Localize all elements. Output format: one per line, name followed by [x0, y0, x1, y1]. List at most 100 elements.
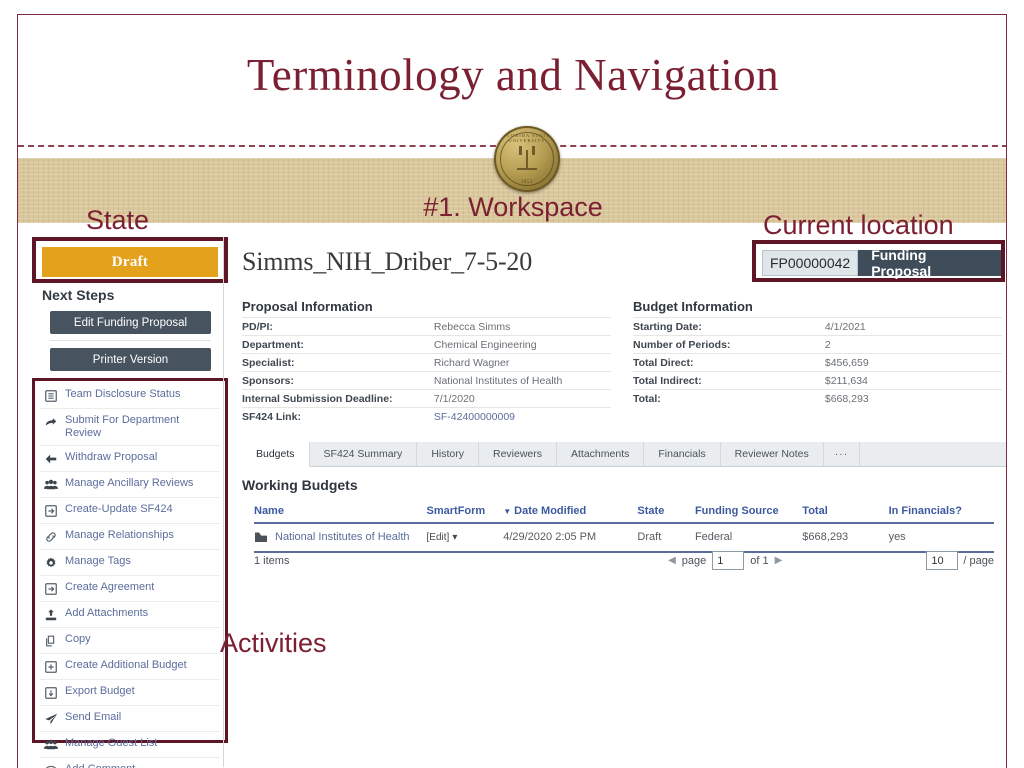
activity-item-add-comment[interactable]: Add Comment — [40, 758, 220, 768]
next-page-icon[interactable]: ▶ — [775, 555, 783, 566]
previous-page-icon[interactable]: ◀ — [668, 555, 676, 566]
upload-icon — [44, 608, 58, 622]
info-key: Internal Submission Deadline: — [242, 393, 434, 405]
info-row: Starting Date:4/1/2021 — [633, 317, 1002, 335]
tab-reviewers[interactable]: Reviewers — [479, 442, 557, 466]
info-value: 7/1/2020 — [434, 393, 611, 405]
activity-item-add-attachments[interactable]: Add Attachments — [40, 602, 220, 628]
edit-funding-proposal-button[interactable]: Edit Funding Proposal — [50, 311, 211, 334]
workspace-main: Simms_NIH_Driber_7-5-20 FP00000042 Fundi… — [223, 237, 1007, 767]
activity-item-manage-ancillary-reviews[interactable]: Manage Ancillary Reviews — [40, 472, 220, 498]
info-row: Number of Periods:2 — [633, 335, 1002, 353]
per-page-input[interactable] — [926, 551, 958, 570]
tab-budgets[interactable]: Budgets — [242, 442, 310, 467]
tab-sf424-summary[interactable]: SF424 Summary — [310, 442, 418, 466]
info-key: Number of Periods: — [633, 339, 825, 351]
budget-information-heading: Budget Information — [633, 299, 1002, 317]
activity-item-create-agreement[interactable]: Create Agreement — [40, 576, 220, 602]
column-header-date-modified[interactable]: ▼Date Modified — [503, 505, 637, 517]
speech-bubble-icon — [44, 764, 58, 768]
info-row: Internal Submission Deadline:7/1/2020 — [242, 389, 611, 407]
activity-label: Create Additional Budget — [65, 659, 187, 672]
budget-name-link[interactable]: National Institutes of Health — [275, 531, 410, 543]
seal-year: 1851 — [494, 180, 560, 185]
page-number-input[interactable] — [712, 551, 744, 570]
activity-item-withdraw-proposal[interactable]: Withdraw Proposal — [40, 446, 220, 472]
tab-attachments[interactable]: Attachments — [557, 442, 644, 466]
column-header-in-financials[interactable]: In Financials? — [889, 505, 994, 517]
activity-item-manage-tags[interactable]: Manage Tags — [40, 550, 220, 576]
next-steps-heading: Next Steps — [42, 287, 114, 303]
info-key: Department: — [242, 339, 434, 351]
table-pagination: 1 items ◀ page of 1 ▶ / page — [254, 551, 994, 570]
activity-label: Manage Relationships — [65, 529, 174, 542]
column-header-smartform[interactable]: SmartForm — [427, 505, 504, 517]
working-budgets-heading: Working Budgets — [242, 477, 358, 493]
copy-icon — [44, 634, 58, 648]
info-row: PD/PI:Rebecca Simms — [242, 317, 611, 335]
activity-item-manage-relationships[interactable]: Manage Relationships — [40, 524, 220, 550]
document-plus-icon — [44, 660, 58, 674]
presentation-slide: Terminology and Navigation FLORIDA STATE… — [17, 14, 1007, 768]
information-panels: Proposal Information PD/PI:Rebecca Simms… — [242, 299, 1002, 425]
proposal-information-heading: Proposal Information — [242, 299, 611, 317]
activity-item-create-additional-budget[interactable]: Create Additional Budget — [40, 654, 220, 680]
cell-funding-source: Federal — [695, 531, 802, 543]
activities-list: Team Disclosure Status Submit For Departm… — [40, 383, 220, 768]
column-header-total[interactable]: Total — [802, 505, 888, 517]
activity-item-export-budget[interactable]: Export Budget — [40, 680, 220, 706]
activity-item-manage-guest-list[interactable]: Manage Guest List — [40, 732, 220, 758]
activity-label: Create Agreement — [65, 581, 154, 594]
tab-bar-filler — [860, 442, 1007, 466]
status-badge: Draft — [42, 247, 218, 277]
info-key: PD/PI: — [242, 321, 434, 333]
info-key: Total Direct: — [633, 357, 825, 369]
column-header-name[interactable]: Name — [254, 505, 427, 517]
budget-document-icon — [254, 530, 268, 544]
info-value: Richard Wagner — [434, 357, 611, 369]
cell-state: Draft — [637, 531, 695, 543]
activity-item-submit-for-department-review[interactable]: Submit For Department Review — [40, 409, 220, 446]
tab-financials[interactable]: Financials — [644, 442, 720, 466]
sort-caret-icon: ▼ — [503, 507, 511, 516]
paper-plane-icon — [44, 712, 58, 726]
budget-information-panel: Budget Information Starting Date:4/1/202… — [633, 299, 1002, 425]
activity-label: Manage Ancillary Reviews — [65, 477, 193, 490]
smartform-edit-link[interactable]: [Edit] — [427, 532, 450, 543]
seal-arc-text: FLORIDA STATE UNIVERSITY — [494, 133, 560, 143]
activity-label: Add Comment — [65, 763, 135, 768]
info-row: Total Direct:$456,659 — [633, 353, 1002, 371]
activity-item-create-update-sf424[interactable]: Create-Update SF424 — [40, 498, 220, 524]
current-location-highlight-box: FP00000042 Funding Proposal — [752, 240, 1005, 282]
info-key: SF424 Link: — [242, 411, 434, 423]
proposal-id-badge[interactable]: FP00000042 — [762, 250, 858, 276]
proposal-title: Simms_NIH_Driber_7-5-20 — [242, 247, 532, 277]
fsu-seal-icon: FLORIDA STATE UNIVERSITY 1851 — [494, 126, 560, 192]
smartform-chevron-down-icon[interactable]: ▾ — [452, 532, 457, 543]
info-row: Total Indirect:$211,634 — [633, 371, 1002, 389]
info-value: National Institutes of Health — [434, 375, 611, 387]
info-value: Rebecca Simms — [434, 321, 611, 333]
column-header-state[interactable]: State — [637, 505, 695, 517]
document-export-icon — [44, 582, 58, 596]
callout-activities: Activities — [220, 628, 327, 659]
tab-bar: BudgetsSF424 SummaryHistoryReviewersAtta… — [242, 442, 1007, 467]
activity-label: Export Budget — [65, 685, 135, 698]
activity-label: Team Disclosure Status — [65, 388, 181, 401]
per-page-label: / page — [963, 555, 994, 567]
info-row: Total:$668,293 — [633, 389, 1002, 407]
info-value[interactable]: SF-42400000009 — [434, 411, 611, 423]
tab-history[interactable]: History — [417, 442, 479, 466]
tab-reviewer-notes[interactable]: Reviewer Notes — [721, 442, 824, 466]
column-header-funding-source[interactable]: Funding Source — [695, 505, 802, 517]
callout-state: State — [86, 205, 149, 236]
table-header-row: Name SmartForm ▼Date Modified State Fund… — [254, 505, 994, 524]
info-row: Sponsors:National Institutes of Health — [242, 371, 611, 389]
info-key: Sponsors: — [242, 375, 434, 387]
tab-more[interactable]: ··· — [824, 442, 861, 466]
printer-version-button[interactable]: Printer Version — [50, 348, 211, 371]
working-budgets-table: Name SmartForm ▼Date Modified State Fund… — [254, 505, 994, 553]
activity-item-copy[interactable]: Copy — [40, 628, 220, 654]
activity-item-send-email[interactable]: Send Email — [40, 706, 220, 732]
activity-item-team-disclosure-status[interactable]: Team Disclosure Status — [40, 383, 220, 409]
